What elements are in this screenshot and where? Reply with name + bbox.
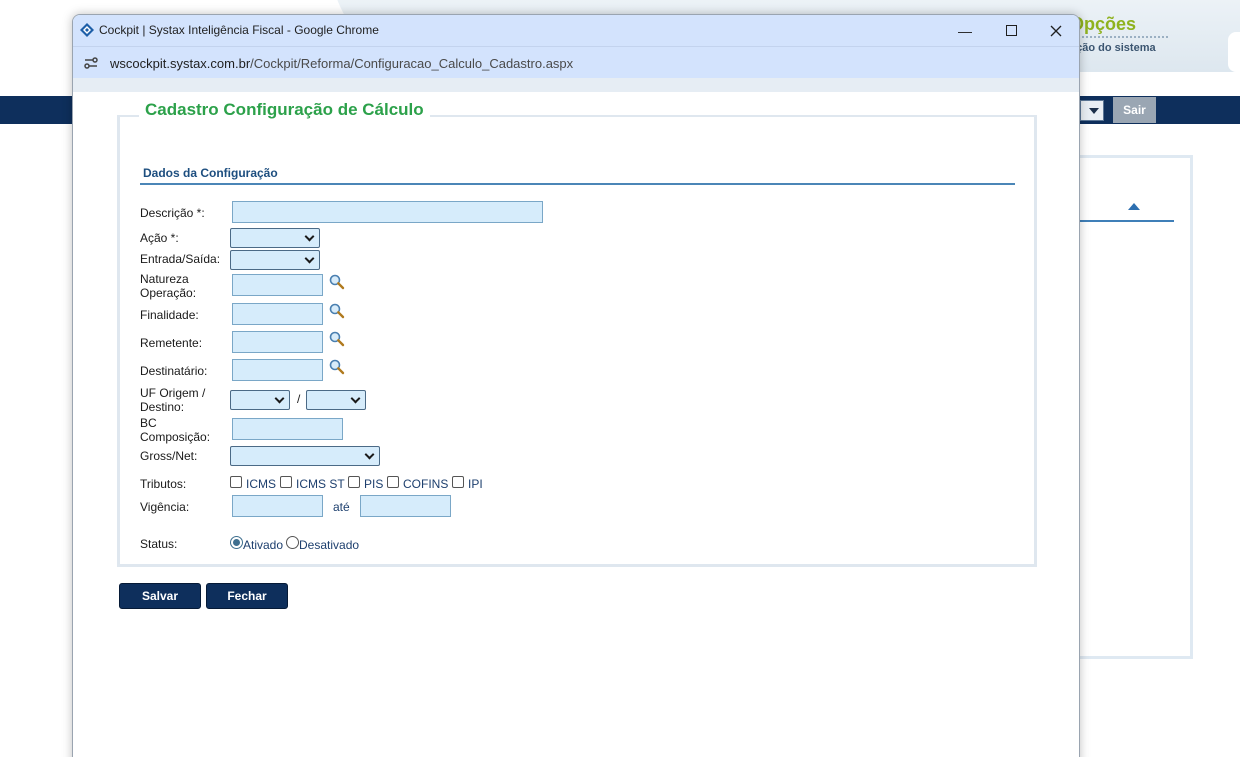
tributo-ipi-checkbox[interactable] [452,476,464,488]
address-bar[interactable]: wscockpit.systax.com.br/Cockpit/Reforma/… [73,46,1079,78]
close-icon[interactable] [1033,15,1079,46]
url-path: /Cockpit/Reforma/Configuracao_Calculo_Ca… [250,56,574,71]
status-desativado-label[interactable]: Desativado [299,538,359,552]
tributo-pis-label[interactable]: PIS [364,477,383,491]
status-desativado-radio[interactable] [286,536,299,549]
gross-net-select[interactable] [230,446,380,466]
background-panel-line [1078,220,1174,222]
gross-net-label: Gross/Net: [140,449,198,463]
uf-origem-select[interactable] [230,390,290,410]
destinatario-search-icon[interactable] [328,358,345,375]
destinatario-label: Destinatário: [140,364,208,378]
window-titlebar: Cockpit | Systax Inteligência Fiscal - G… [73,15,1079,46]
logout-button[interactable]: Sair [1113,97,1156,123]
uf-separator: / [297,392,301,406]
finalidade-input[interactable] [232,303,323,325]
section-divider [140,183,1015,185]
bc-composicao-input[interactable] [232,418,343,440]
tributo-ipi-label[interactable]: IPI [468,477,483,491]
section-title: Dados da Configuração [143,166,278,180]
maximize-icon[interactable] [988,15,1034,46]
bc-label-line1: BC [140,416,157,430]
tributo-cofins-checkbox[interactable] [387,476,399,488]
vigencia-label: Vigência: [140,500,190,514]
tributo-icms-st-checkbox[interactable] [280,476,292,488]
url-host: wscockpit.systax.com.br [110,56,251,71]
entrada-saida-label: Entrada/Saída: [140,252,221,266]
url-text[interactable]: wscockpit.systax.com.br/Cockpit/Reforma/… [110,56,573,71]
uf-label-line2: Destino: [140,400,185,414]
natureza-search-icon[interactable] [328,273,345,290]
options-subtitle: ação do sistema [1070,42,1156,54]
background-panel [1078,155,1193,659]
remetente-search-icon[interactable] [328,330,345,347]
remetente-label: Remetente: [140,336,203,350]
save-button[interactable]: Salvar [119,583,201,609]
vigencia-inicio-input[interactable] [232,495,323,517]
vigencia-fim-input[interactable] [360,495,451,517]
natureza-label-line2: Operação: [140,286,197,300]
background-select[interactable] [1080,100,1104,121]
tributo-pis-checkbox[interactable] [348,476,360,488]
options-divider [1078,36,1168,38]
uf-destino-select[interactable] [306,390,366,410]
acao-label: Ação *: [140,231,179,245]
status-ativado-radio[interactable] [230,536,243,549]
header-tab [1228,32,1240,72]
window-title: Cockpit | Systax Inteligência Fiscal - G… [99,23,379,37]
tributos-label: Tributos: [140,477,187,491]
ate-label: até [333,500,350,514]
tributo-icms-st-label[interactable]: ICMS ST [296,477,345,491]
uf-label-line1: UF Origem / [140,386,206,400]
remetente-input[interactable] [232,331,323,353]
descricao-input[interactable] [232,201,543,223]
collapse-arrow-icon[interactable] [1128,203,1140,210]
natureza-input[interactable] [232,274,323,296]
systax-logo-icon [80,23,94,37]
status-ativado-label[interactable]: Ativado [243,538,283,552]
minimize-icon[interactable]: — [942,15,988,46]
finalidade-label: Finalidade: [140,308,199,322]
close-button[interactable]: Fechar [206,583,288,609]
acao-select[interactable] [230,228,320,248]
tributo-cofins-label[interactable]: COFINS [403,477,448,491]
destinatario-input[interactable] [232,359,323,381]
descricao-label: Descrição *: [140,206,205,220]
natureza-label-line1: Natureza [140,272,189,286]
entrada-saida-select[interactable] [230,250,320,270]
finalidade-search-icon[interactable] [328,302,345,319]
status-label: Status: [140,537,178,551]
bc-label-line2: Composição: [140,430,211,444]
site-settings-icon[interactable] [83,55,99,71]
popup-window: Cockpit | Systax Inteligência Fiscal - G… [72,14,1080,757]
page-top-strip [73,78,1079,92]
tributo-icms-label[interactable]: ICMS [246,477,276,491]
form-legend: Cadastro Configuração de Cálculo [139,100,430,120]
tributo-icms-checkbox[interactable] [230,476,242,488]
